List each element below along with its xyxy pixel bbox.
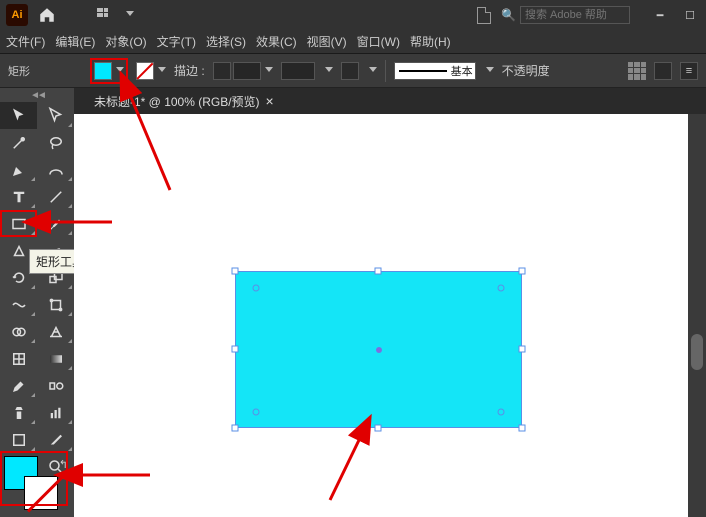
shape-builder-tool[interactable]: [0, 318, 37, 345]
selection-handle[interactable]: [519, 346, 526, 353]
canvas-area[interactable]: [74, 114, 688, 517]
document-tabs: 未标题-1* @ 100% (RGB/预览) ×: [74, 88, 706, 114]
stroke-weight-down[interactable]: [213, 62, 231, 80]
chevron-down-icon[interactable]: [325, 67, 333, 75]
close-icon[interactable]: ×: [266, 93, 274, 109]
symbol-sprayer-tool[interactable]: [0, 399, 37, 426]
tab-title: 未标题-1* @ 100% (RGB/预览): [94, 93, 260, 110]
document-icon[interactable]: [477, 7, 491, 24]
menu-window[interactable]: 窗口(W): [357, 33, 400, 50]
titlebar: Ai 🔍 ━ ☐: [0, 0, 706, 30]
tab-document-1[interactable]: 未标题-1* @ 100% (RGB/预览) ×: [84, 88, 284, 114]
search-icon: 🔍: [501, 8, 516, 22]
artboard[interactable]: [74, 114, 688, 517]
chevron-down-icon[interactable]: [126, 11, 134, 19]
layout-switcher[interactable]: [96, 6, 114, 24]
menu-file[interactable]: 文件(F): [6, 33, 45, 50]
stroke-weight-field[interactable]: [233, 62, 261, 80]
opacity-label: 不透明度: [502, 62, 550, 79]
maximize-button[interactable]: ☐: [680, 8, 700, 22]
chevron-down-icon[interactable]: [158, 67, 166, 75]
swap-fill-stroke-icon[interactable]: ↰: [59, 458, 68, 471]
corner-radius-handle[interactable]: [252, 408, 259, 415]
menu-type[interactable]: 文字(T): [157, 33, 196, 50]
menu-object[interactable]: 对象(O): [105, 33, 146, 50]
curvature-tool[interactable]: [37, 156, 74, 183]
eyedropper-tool[interactable]: [0, 372, 37, 399]
menu-effect[interactable]: 效果(C): [256, 33, 297, 50]
corner-radius-handle[interactable]: [498, 408, 505, 415]
rectangle-tool[interactable]: [0, 210, 37, 237]
home-icon[interactable]: [38, 6, 56, 24]
chevron-down-icon[interactable]: [369, 67, 377, 75]
slice-tool[interactable]: [37, 426, 74, 453]
line-segment-tool[interactable]: [37, 183, 74, 210]
stroke-color-box[interactable]: [24, 476, 58, 510]
fill-stroke-controls[interactable]: ↰: [4, 456, 62, 502]
selection-handle[interactable]: [375, 425, 382, 432]
mesh-tool[interactable]: [0, 345, 37, 372]
brush-definition[interactable]: [341, 62, 359, 80]
paintbrush-tool[interactable]: [37, 210, 74, 237]
type-tool[interactable]: [0, 183, 37, 210]
vertical-scrollbar[interactable]: [688, 114, 706, 517]
blend-tool[interactable]: [37, 372, 74, 399]
chevron-down-icon[interactable]: [116, 67, 124, 75]
selection-handle[interactable]: [519, 268, 526, 275]
perspective-grid-tool[interactable]: [37, 318, 74, 345]
selection-handle[interactable]: [232, 268, 239, 275]
gradient-tool[interactable]: [37, 345, 74, 372]
direct-selection-tool[interactable]: [37, 102, 74, 129]
center-point: [376, 347, 382, 353]
stroke-style-picker[interactable]: 基本: [394, 62, 476, 80]
collapse-handle[interactable]: ◄◄: [0, 88, 74, 102]
shape-type-label: 矩形: [8, 63, 82, 79]
app-badge: Ai: [6, 4, 28, 26]
menubar: 文件(F) 编辑(E) 对象(O) 文字(T) 选择(S) 效果(C) 视图(V…: [0, 30, 706, 54]
selection-handle[interactable]: [519, 425, 526, 432]
stroke-label: 描边 :: [174, 62, 205, 79]
free-transform-tool[interactable]: [37, 291, 74, 318]
corner-radius-handle[interactable]: [252, 284, 259, 291]
selection-handle[interactable]: [375, 268, 382, 275]
artboard-tool[interactable]: [0, 426, 37, 453]
align-panel-icon[interactable]: [628, 62, 646, 80]
menu-view[interactable]: 视图(V): [307, 33, 347, 50]
more-options-icon[interactable]: ≡: [680, 62, 698, 80]
drawn-rectangle[interactable]: [235, 271, 522, 428]
fill-swatch[interactable]: [94, 62, 112, 80]
variable-width-profile[interactable]: [281, 62, 315, 80]
chevron-down-icon[interactable]: [265, 67, 273, 75]
search-input[interactable]: [520, 6, 630, 24]
lasso-tool[interactable]: [37, 129, 74, 156]
stroke-swatch[interactable]: [136, 62, 154, 80]
magic-wand-tool[interactable]: [0, 129, 37, 156]
selection-handle[interactable]: [232, 346, 239, 353]
selection-handle[interactable]: [232, 425, 239, 432]
selection-tool[interactable]: [0, 102, 37, 129]
menu-select[interactable]: 选择(S): [206, 33, 246, 50]
search-box[interactable]: 🔍: [501, 6, 630, 24]
tool-panel: ◄◄ ↰: [0, 88, 74, 517]
control-bar: 矩形 描边 : 基本 不透明度 ≡: [0, 54, 706, 88]
panel-toggle-icon[interactable]: [654, 62, 672, 80]
minimize-button[interactable]: ━: [650, 8, 670, 22]
pen-tool[interactable]: [0, 156, 37, 183]
column-graph-tool[interactable]: [37, 399, 74, 426]
corner-radius-handle[interactable]: [498, 284, 505, 291]
annotation-fill-highlight: [90, 58, 128, 84]
divider: [385, 60, 386, 82]
menu-edit[interactable]: 编辑(E): [55, 33, 95, 50]
chevron-down-icon[interactable]: [486, 67, 494, 75]
scrollbar-thumb[interactable]: [691, 334, 703, 370]
menu-help[interactable]: 帮助(H): [410, 33, 451, 50]
width-tool[interactable]: [0, 291, 37, 318]
